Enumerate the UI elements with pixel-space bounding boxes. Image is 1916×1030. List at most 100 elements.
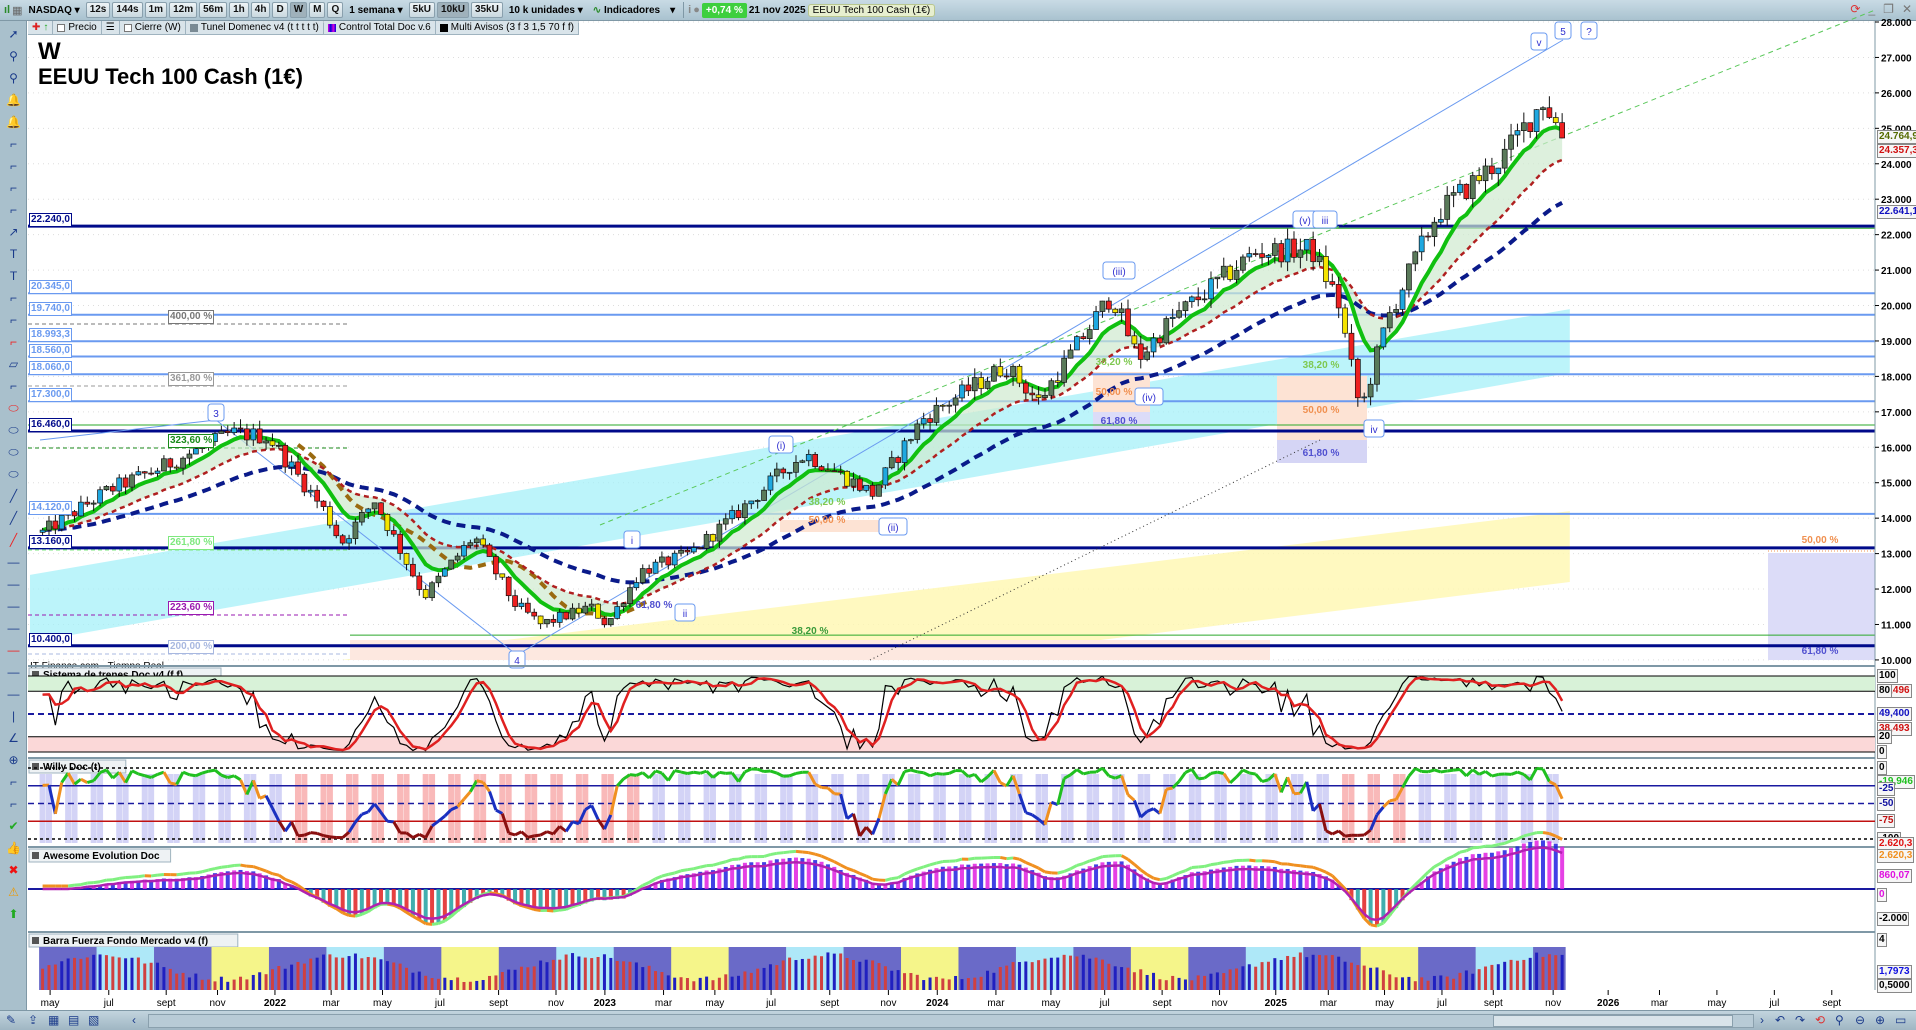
level-label[interactable]: 19.740,0 xyxy=(29,301,72,316)
fib-extension-label[interactable]: 261,80 % xyxy=(168,536,215,550)
candle xyxy=(1176,310,1182,318)
awesome-signal xyxy=(1229,859,1237,864)
level-label[interactable]: 16.460,0 xyxy=(29,417,72,432)
time-label: 2025 xyxy=(1265,998,1288,1009)
barra-bar xyxy=(104,955,108,990)
reset-icon[interactable]: ⟲ xyxy=(1815,1013,1825,1027)
barra-bar xyxy=(877,963,881,990)
barra-bar xyxy=(1496,964,1500,990)
fib-extension-label[interactable]: 223,60 % xyxy=(168,601,215,615)
share-icon[interactable]: ⇪ xyxy=(28,1013,38,1027)
scrollbar-thumb[interactable] xyxy=(1493,1015,1733,1027)
barra-bar xyxy=(539,960,543,990)
awesome-signal xyxy=(725,858,733,864)
ruler-icon[interactable]: ▭ xyxy=(1895,1013,1906,1027)
willy-line xyxy=(476,779,484,784)
level-label[interactable]: 17.300,0 xyxy=(29,388,72,403)
willy-line xyxy=(693,770,701,775)
barra-bar xyxy=(232,979,236,990)
willy-stripe xyxy=(1520,774,1527,843)
pane-collapse-icon xyxy=(32,937,39,944)
export-icon[interactable]: ▧ xyxy=(88,1013,99,1027)
barra-bar xyxy=(1522,959,1526,990)
fib-extension-label[interactable]: 361,80 % xyxy=(168,372,215,386)
candle xyxy=(1227,265,1233,280)
scroll-left-icon[interactable]: ‹ xyxy=(132,1013,136,1027)
level-label[interactable]: 20.345,0 xyxy=(29,280,72,295)
awesome-signal xyxy=(93,880,101,885)
fib-extension-label[interactable]: 200,00 % xyxy=(168,640,215,654)
barra-bar xyxy=(117,957,121,990)
willy-line xyxy=(1510,770,1518,776)
candle xyxy=(1348,332,1355,360)
candle xyxy=(1252,253,1259,255)
candle xyxy=(633,582,640,589)
level-label[interactable]: 18.060,0 xyxy=(29,361,72,376)
willy-stripe xyxy=(837,774,844,843)
pane-value-tag: 0,5000 xyxy=(1877,979,1912,993)
candle xyxy=(1035,394,1042,398)
candle xyxy=(1329,281,1336,285)
candle xyxy=(1399,289,1406,310)
excel-icon[interactable]: ▤ xyxy=(68,1013,79,1027)
level-label[interactable]: 18.560,0 xyxy=(29,343,72,358)
awesome-signal xyxy=(290,880,299,887)
zoom-in-icon[interactable]: ⊕ xyxy=(1875,1013,1885,1027)
chart-canvas[interactable]: 3(i)(ii)(iii)(iv)(v) iiiivv5 ?iii438,20 %5… xyxy=(0,0,1916,1010)
zoom-out-icon[interactable]: ⊖ xyxy=(1855,1013,1865,1027)
awesome-signal xyxy=(667,871,675,876)
level-label[interactable]: 13.160,0 xyxy=(29,534,72,549)
awesome-signal xyxy=(1249,858,1256,863)
pencil-icon[interactable]: ✎ xyxy=(6,1013,16,1027)
candle xyxy=(1010,365,1016,378)
awesome-line xyxy=(802,861,809,865)
willy-stripe xyxy=(1348,774,1355,843)
pane-value-tag: 0 xyxy=(1877,745,1887,759)
barra-bar xyxy=(1069,955,1073,990)
barra-bar xyxy=(1509,959,1513,990)
barra-bar xyxy=(207,979,211,990)
awesome-signal xyxy=(425,922,433,926)
willy-stripe xyxy=(1297,774,1304,843)
barra-bar xyxy=(111,956,115,990)
zoom-vertical-icon[interactable]: ⚲ xyxy=(1835,1013,1844,1027)
level-label[interactable]: 22.240,0 xyxy=(29,213,72,228)
willy-line xyxy=(776,771,784,778)
price-tick-label: 16.000 xyxy=(1881,443,1912,454)
candle xyxy=(825,469,831,472)
candle xyxy=(665,556,672,566)
barra-bar xyxy=(1305,957,1309,990)
willy-line xyxy=(1217,770,1225,775)
willy-line xyxy=(948,769,957,775)
scroll-right-icon[interactable]: › xyxy=(1760,1013,1764,1027)
willy-stripe xyxy=(1188,774,1195,843)
barra-bar xyxy=(162,967,166,990)
undo-icon[interactable]: ↶ xyxy=(1775,1013,1785,1027)
awesome-signal xyxy=(763,853,771,858)
awesome-line xyxy=(1312,873,1320,878)
pane-value-tag: -50 xyxy=(1877,796,1896,811)
awesome-line xyxy=(227,871,235,876)
level-label[interactable]: 18.993,3 xyxy=(29,328,72,343)
redo-icon[interactable]: ↷ xyxy=(1795,1013,1805,1027)
barra-bar xyxy=(373,957,377,990)
candle xyxy=(1393,309,1399,313)
willy-line xyxy=(1076,768,1085,776)
barra-bar xyxy=(966,978,970,990)
barra-bar xyxy=(1375,967,1379,990)
time-label: may xyxy=(1707,998,1726,1009)
candle xyxy=(1067,349,1074,359)
level-label[interactable]: 14.120,0 xyxy=(29,500,72,515)
horizontal-scrollbar[interactable] xyxy=(148,1014,1754,1028)
level-label[interactable]: 10.400,0 xyxy=(29,632,72,647)
grid-icon[interactable]: ▦ xyxy=(48,1013,59,1027)
awesome-signal xyxy=(1120,854,1129,861)
barra-bar xyxy=(922,980,926,990)
fib-extension-label[interactable]: 323,60 % xyxy=(168,434,215,448)
awesome-line xyxy=(534,905,541,910)
awesome-signal xyxy=(182,871,190,876)
barra-bar xyxy=(1113,966,1117,990)
time-label: jul xyxy=(434,998,445,1009)
candle xyxy=(818,466,825,471)
fib-extension-label[interactable]: 400,00 % xyxy=(168,310,215,324)
